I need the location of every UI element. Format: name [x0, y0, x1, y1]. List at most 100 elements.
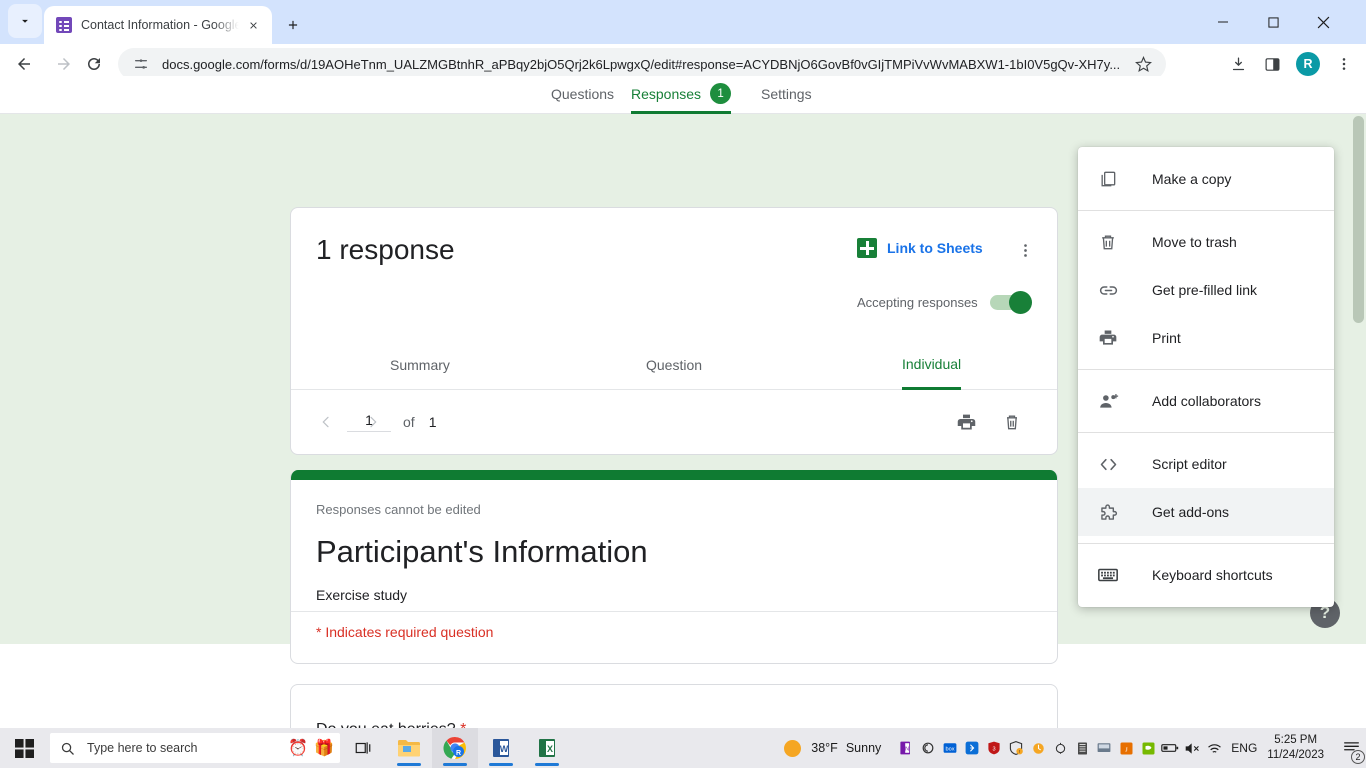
menu-separator: [1078, 210, 1334, 211]
page-scrollbar-thumb[interactable]: [1353, 116, 1364, 323]
tab-search-chevron-down-icon[interactable]: [8, 4, 42, 38]
accepting-responses-toggle[interactable]: [990, 295, 1030, 310]
pager-total: 1: [429, 414, 437, 430]
page-scrollbar-track[interactable]: [1351, 114, 1366, 644]
accepting-responses-row: Accepting responses: [857, 295, 1030, 310]
menu-item-label: Get add-ons: [1152, 504, 1229, 520]
subtab-question[interactable]: Question: [646, 340, 702, 390]
print-response-icon[interactable]: [949, 405, 983, 439]
chevron-left-icon[interactable]: [311, 407, 341, 437]
notifications-icon[interactable]: 2: [1336, 728, 1366, 768]
taskbar-clock[interactable]: 5:25 PM 11/24/2023: [1267, 733, 1324, 763]
menu-item-add-collaborators[interactable]: Add collaborators: [1078, 377, 1334, 425]
responses-count-badge: 1: [710, 83, 731, 104]
svg-text:N: N: [905, 746, 909, 752]
window-minimize-button[interactable]: [1200, 0, 1246, 44]
side-panel-icon[interactable]: [1258, 50, 1286, 78]
taskbar-app-google-chrome[interactable]: R: [432, 728, 478, 768]
link-icon: [1096, 278, 1120, 302]
link-to-sheets-button[interactable]: Link to Sheets: [857, 238, 983, 258]
subtab-individual-label: Individual: [902, 356, 961, 372]
menu-item-make-a-copy[interactable]: Make a copy: [1078, 155, 1334, 203]
add-person-icon: [1096, 389, 1120, 413]
svg-text:W: W: [500, 744, 509, 754]
svg-text:3: 3: [993, 746, 996, 752]
box-icon[interactable]: box: [939, 736, 961, 760]
tab-questions-label: Questions: [551, 86, 614, 102]
windows-start-icon[interactable]: [0, 728, 48, 768]
copy-icon: [1096, 167, 1120, 191]
menu-item-print[interactable]: Print: [1078, 314, 1334, 362]
menu-item-label: Script editor: [1152, 456, 1227, 472]
keyboard-icon: [1096, 563, 1120, 587]
system-tray: 38°F Sunny N box 3 !: [784, 728, 1366, 768]
browser-tab[interactable]: Contact Information - Google F: [44, 6, 272, 44]
onenote-icon[interactable]: N: [895, 736, 917, 760]
delete-response-icon[interactable]: [995, 405, 1029, 439]
tab-questions[interactable]: Questions: [551, 76, 614, 114]
chevron-right-icon[interactable]: [358, 407, 388, 437]
running-indicator: [397, 763, 421, 766]
divider: [291, 611, 1057, 612]
menu-item-label: Add collaborators: [1152, 393, 1261, 409]
responses-subtabs: Summary Question Individual: [291, 340, 1057, 390]
screen: Contact Information - Google F: [0, 0, 1366, 768]
nvidia-icon[interactable]: [1137, 736, 1159, 760]
chrome-profile-avatar[interactable]: R: [1296, 52, 1320, 76]
subtab-summary[interactable]: Summary: [390, 340, 450, 390]
update-icon[interactable]: [1027, 736, 1049, 760]
accepting-responses-label: Accepting responses: [857, 295, 978, 310]
java-icon[interactable]: J: [1115, 736, 1137, 760]
weather-widget[interactable]: 38°F Sunny: [784, 740, 881, 757]
alarm-clock-icon[interactable]: ⏰: [288, 738, 308, 758]
gift-icon[interactable]: 🎁: [314, 738, 334, 758]
bluetooth-icon[interactable]: [961, 736, 983, 760]
menu-item-label: Keyboard shortcuts: [1152, 567, 1273, 583]
site-settings-icon[interactable]: [132, 55, 150, 73]
taskbar-app-microsoft-word[interactable]: W: [478, 728, 524, 768]
svg-text:R: R: [456, 750, 461, 757]
input-language-indicator[interactable]: ENG: [1231, 741, 1257, 755]
taskbar-app-microsoft-excel[interactable]: X: [524, 728, 570, 768]
server-icon[interactable]: [1071, 736, 1093, 760]
wifi-icon[interactable]: [1203, 736, 1225, 760]
menu-item-get-add-ons[interactable]: Get add-ons: [1078, 488, 1334, 536]
subtab-summary-label: Summary: [390, 357, 450, 373]
subtab-question-label: Question: [646, 357, 702, 373]
taskbar-app-file-explorer[interactable]: [386, 728, 432, 768]
google-sheets-icon: [857, 238, 877, 258]
menu-item-script-editor[interactable]: Script editor: [1078, 440, 1334, 488]
menu-separator: [1078, 369, 1334, 370]
creative-cloud-icon[interactable]: [917, 736, 939, 760]
window-maximize-button[interactable]: [1250, 0, 1296, 44]
security-shield-icon[interactable]: !: [1005, 736, 1027, 760]
display-icon[interactable]: [1093, 736, 1115, 760]
menu-item-move-to-trash[interactable]: Move to trash: [1078, 218, 1334, 266]
tab-responses[interactable]: Responses 1: [631, 76, 731, 114]
download-icon[interactable]: [1224, 50, 1252, 78]
battery-icon[interactable]: [1159, 736, 1181, 760]
bookmark-star-icon[interactable]: [1130, 51, 1156, 77]
menu-item-get-pre-filled-link[interactable]: Get pre-filled link: [1078, 266, 1334, 314]
puzzle-piece-icon: [1096, 500, 1120, 524]
mcafee-icon[interactable]: 3: [983, 736, 1005, 760]
responses-more-vert-icon[interactable]: [1013, 238, 1037, 262]
close-icon[interactable]: [242, 14, 264, 36]
subtab-individual[interactable]: Individual: [902, 340, 961, 390]
form-response-description: Exercise study: [316, 587, 1032, 603]
tab-settings[interactable]: Settings: [761, 76, 812, 114]
volume-muted-icon[interactable]: [1181, 736, 1203, 760]
form-response-card: Responses cannot be edited Participant's…: [290, 470, 1058, 664]
new-tab-plus-icon[interactable]: [278, 10, 308, 40]
print-icon: [1096, 326, 1120, 350]
chrome-menu-icon[interactable]: [1330, 50, 1358, 78]
window-close-button[interactable]: [1300, 0, 1346, 44]
svg-text:X: X: [547, 744, 553, 754]
menu-item-label: Move to trash: [1152, 234, 1237, 250]
clock-date: 11/24/2023: [1267, 748, 1324, 763]
required-question-note: * Indicates required question: [316, 624, 493, 640]
webcam-icon[interactable]: [1049, 736, 1071, 760]
menu-item-keyboard-shortcuts[interactable]: Keyboard shortcuts: [1078, 551, 1334, 599]
task-view-icon[interactable]: [340, 728, 386, 768]
taskbar-search-box[interactable]: Type here to search ⏰ 🎁: [50, 733, 340, 763]
